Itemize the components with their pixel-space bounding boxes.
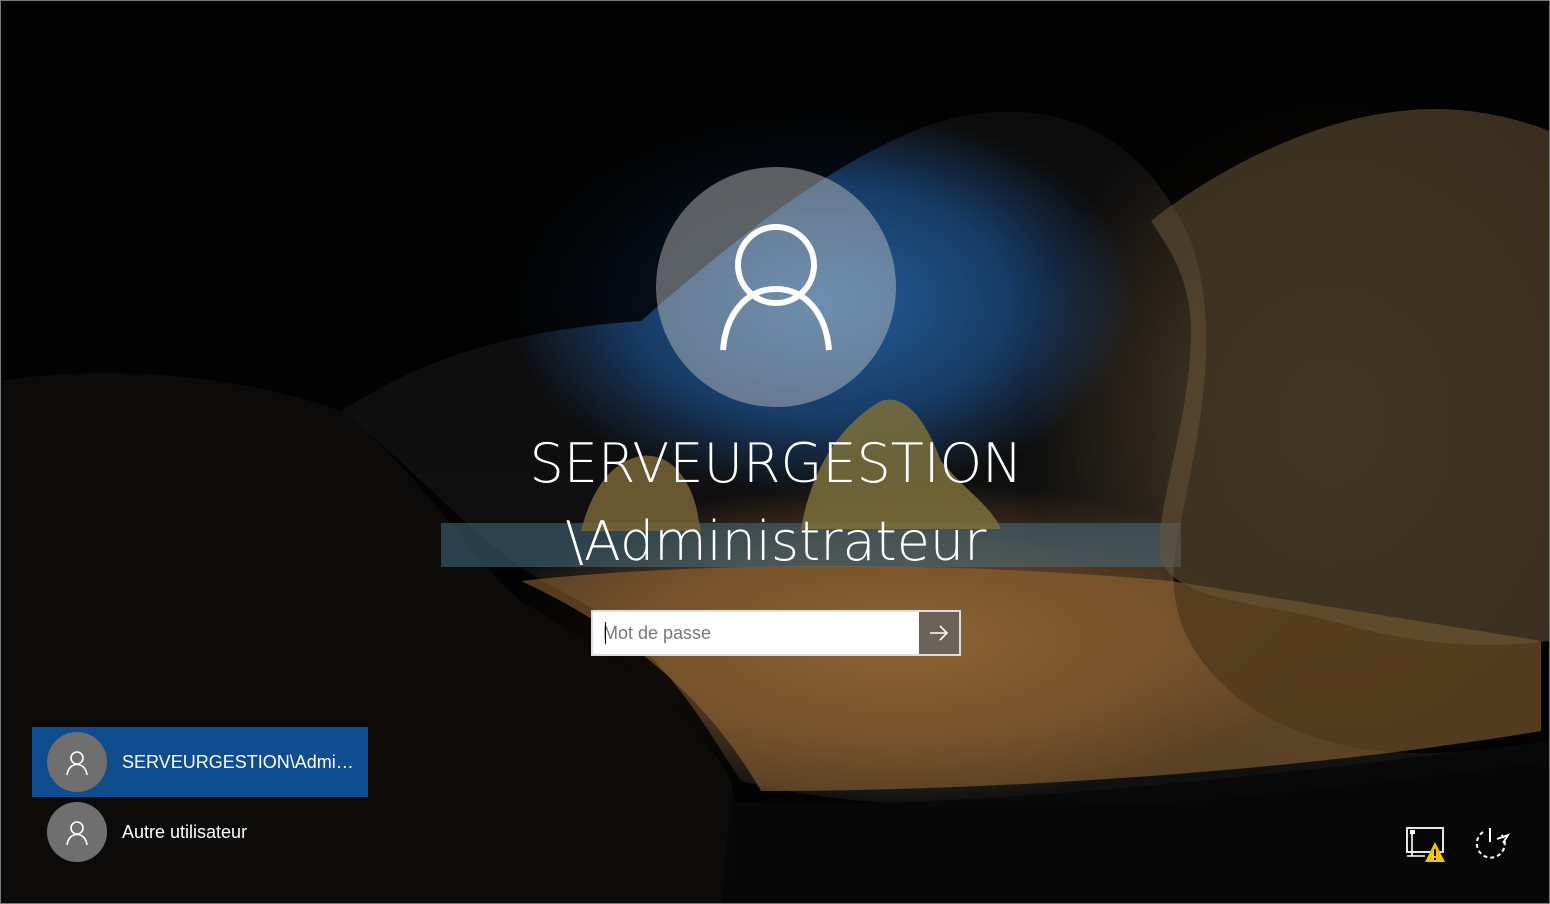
submit-button[interactable] [919, 612, 959, 654]
lock-screen: SERVEURGESTION \Administrateur SERVEURGE… [0, 0, 1550, 904]
user-list: SERVEURGESTION\Administrateur Autre util… [32, 727, 368, 867]
power-button[interactable] [1469, 823, 1511, 865]
user-item-label: Autre utilisateur [122, 821, 248, 842]
power-icon [1475, 828, 1510, 859]
username-display: SERVEURGESTION \Administrateur [476, 425, 1076, 581]
user-icon [66, 751, 88, 776]
avatar [47, 732, 107, 792]
network-button[interactable] [1405, 823, 1447, 865]
text-caret [605, 622, 606, 644]
user-item-other-user[interactable]: Autre utilisateur [32, 797, 368, 867]
network-warning-icon [1406, 827, 1445, 862]
username-line2: \Administrateur [565, 510, 987, 573]
user-item-administrator[interactable]: SERVEURGESTION\Administrateur [32, 727, 368, 797]
user-icon [720, 224, 832, 351]
arrow-right-icon [930, 625, 949, 641]
password-box [591, 610, 961, 656]
user-icon [66, 821, 88, 846]
user-avatar [656, 167, 896, 407]
user-item-label: SERVEURGESTION\Administrateur [122, 751, 362, 772]
avatar [47, 802, 107, 862]
username-line1: SERVEURGESTION [529, 432, 1023, 495]
password-input[interactable] [593, 612, 919, 654]
system-tray [1405, 823, 1511, 865]
